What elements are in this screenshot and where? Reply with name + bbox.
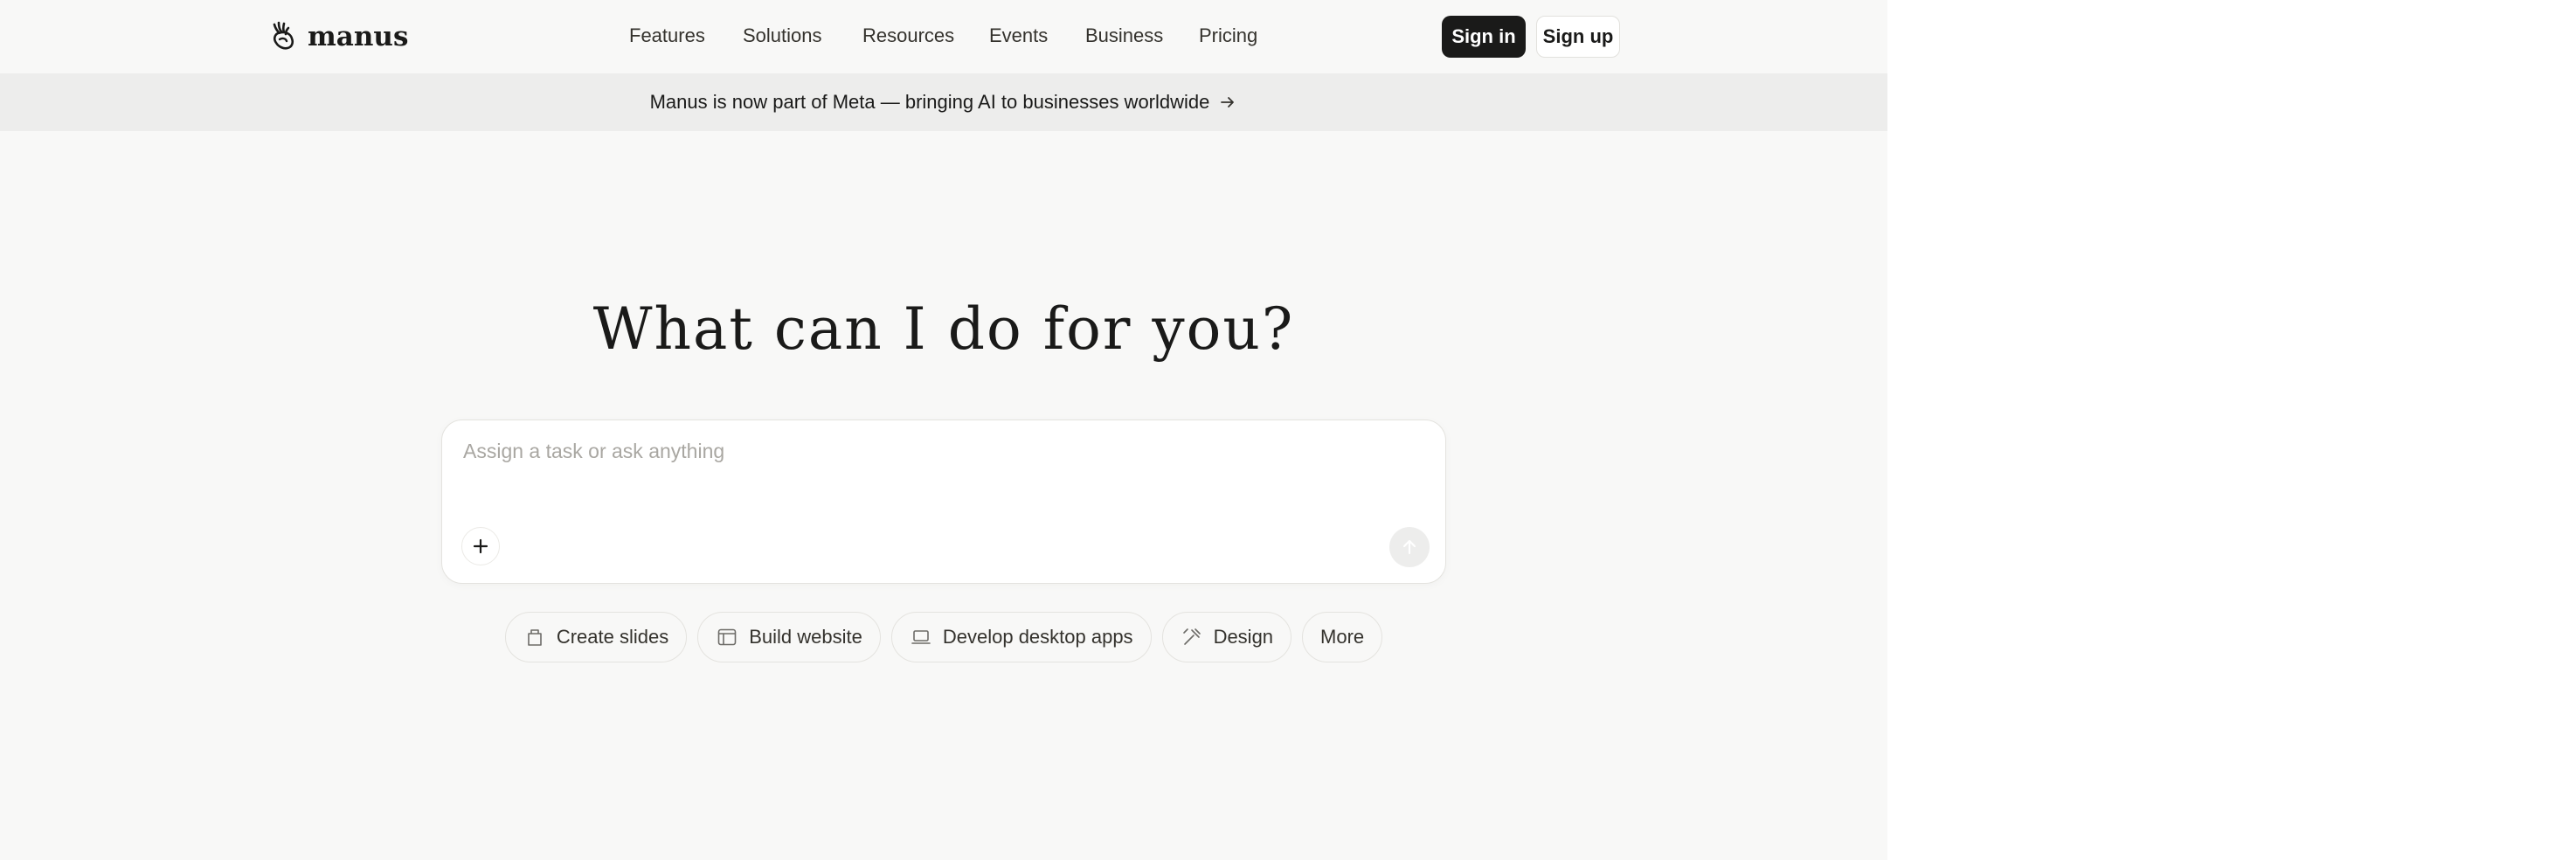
chip-design[interactable]: Design: [1161, 612, 1292, 662]
page: manus Features Solutions Resources Event…: [0, 0, 1887, 860]
design-pen-icon: [1182, 628, 1201, 645]
add-attachment-button[interactable]: [461, 527, 500, 565]
announcement-banner[interactable]: Manus is now part of Meta — bringing AI …: [0, 73, 1887, 131]
nav-item-events[interactable]: Events: [989, 24, 1048, 47]
task-composer: [441, 420, 1446, 584]
plus-icon: [473, 538, 488, 554]
sign-up-button[interactable]: Sign up: [1536, 16, 1620, 58]
hero-title: What can I do for you?: [592, 295, 1295, 363]
quick-actions: Create slides Build website Develop desk…: [0, 612, 1887, 662]
chip-create-slides[interactable]: Create slides: [504, 612, 688, 662]
slides-icon: [528, 629, 542, 646]
chip-label: Build website: [749, 626, 862, 648]
arrow-up-icon: [1402, 539, 1416, 555]
nav-item-business[interactable]: Business: [1085, 24, 1163, 47]
nav-item-pricing[interactable]: Pricing: [1199, 24, 1257, 47]
laptop-icon: [911, 630, 931, 644]
send-button[interactable]: [1389, 527, 1430, 567]
top-header: manus Features Solutions Resources Event…: [0, 0, 1887, 73]
chip-develop-desktop-apps[interactable]: Develop desktop apps: [890, 612, 1152, 662]
chip-build-website[interactable]: Build website: [697, 612, 881, 662]
banner-text: Manus is now part of Meta — bringing AI …: [649, 91, 1210, 113]
nav-item-resources[interactable]: Resources: [862, 24, 954, 47]
sign-in-button[interactable]: Sign in: [1442, 16, 1526, 58]
chip-label: More: [1320, 626, 1365, 648]
website-icon: [717, 628, 737, 646]
chip-label: Create slides: [556, 626, 669, 648]
task-input[interactable]: [461, 438, 1426, 494]
chip-more[interactable]: More: [1302, 612, 1383, 662]
nav-item-solutions[interactable]: Solutions: [743, 24, 822, 47]
chip-label: Develop desktop apps: [942, 626, 1133, 648]
chip-label: Design: [1213, 626, 1274, 648]
nav-item-features[interactable]: Features: [629, 24, 705, 47]
arrow-right-icon: [1221, 97, 1235, 108]
